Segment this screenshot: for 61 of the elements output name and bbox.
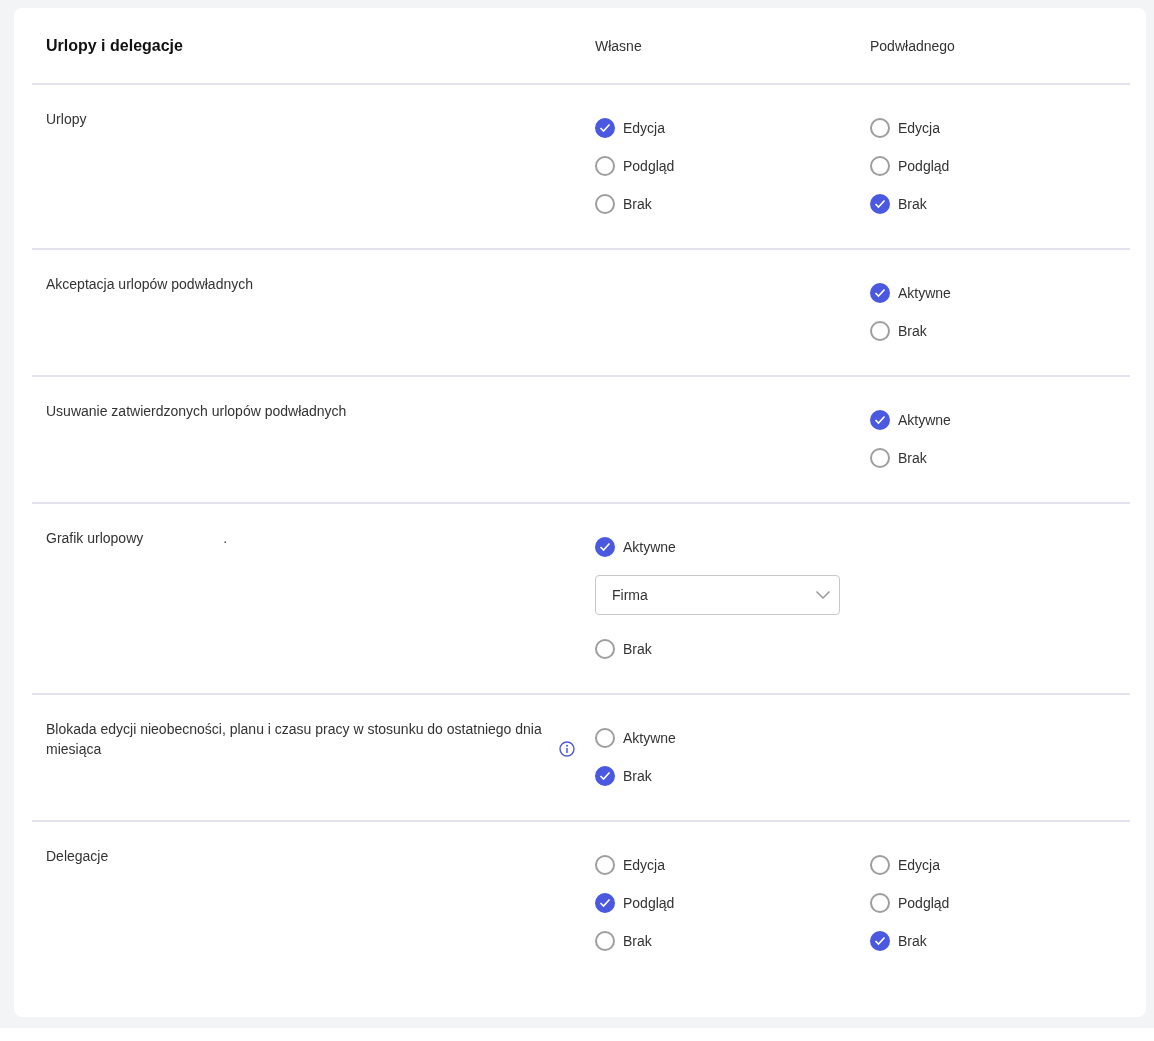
check-icon [599, 123, 611, 133]
radio-button[interactable] [595, 855, 615, 875]
radio-button[interactable] [870, 855, 890, 875]
check-icon [599, 542, 611, 552]
radio-button[interactable] [595, 194, 615, 214]
radio-button[interactable] [595, 931, 615, 951]
radio-option[interactable]: Brak [595, 639, 652, 659]
setting-label: Grafik urlopowy [46, 529, 144, 548]
radio-button[interactable] [870, 194, 890, 214]
check-icon [874, 288, 886, 298]
radio-option[interactable]: Edycja [595, 118, 666, 138]
radio-button[interactable] [870, 893, 890, 913]
radio-option[interactable]: Brak [595, 766, 652, 786]
radio-option[interactable]: Brak [595, 194, 652, 214]
radio-button[interactable] [595, 118, 615, 138]
radio-option[interactable]: Brak [595, 931, 652, 951]
dropdown-field[interactable]: Firma [595, 575, 840, 615]
radio-button[interactable] [870, 156, 890, 176]
radio-button[interactable] [595, 639, 615, 659]
column-header: Własne [595, 37, 643, 54]
radio-button[interactable] [870, 283, 890, 303]
check-icon [874, 415, 886, 425]
radio-button[interactable] [595, 766, 615, 786]
check-icon [874, 936, 886, 946]
radio-button[interactable] [595, 537, 615, 557]
setting-label: Delegacje [46, 847, 109, 866]
radio-option[interactable]: Brak [870, 931, 927, 951]
radio-option[interactable]: Aktywne [870, 410, 951, 430]
note-text: . [223, 529, 228, 548]
check-icon [599, 771, 611, 781]
chevron-down-icon [815, 590, 831, 600]
radio-button[interactable] [870, 118, 890, 138]
radio-option[interactable]: Brak [870, 321, 927, 341]
radio-button[interactable] [870, 410, 890, 430]
check-icon [874, 199, 886, 209]
setting-label: Urlopy [46, 110, 87, 129]
radio-option[interactable]: Podgląd [870, 156, 950, 176]
radio-option[interactable]: Edycja [870, 118, 941, 138]
radio-button[interactable] [595, 893, 615, 913]
radio-option[interactable]: Aktywne [595, 728, 676, 748]
section-title: Urlopy i delegacje [46, 36, 184, 55]
radio-option[interactable]: Podgląd [595, 893, 675, 913]
info-icon[interactable] [559, 741, 575, 757]
radio-option[interactable]: Brak [870, 194, 927, 214]
setting-label: Blokada edycji nieobecności, planu i czasu pracy w stosunku do ostatniego dnia miesiąca [46, 720, 543, 759]
radio-option[interactable]: Edycja [595, 855, 666, 875]
radio-button[interactable] [870, 448, 890, 468]
radio-button[interactable] [870, 321, 890, 341]
radio-option[interactable]: Brak [870, 448, 927, 468]
setting-label: Usuwanie zatwierdzonych urlopów podwładnych [46, 402, 347, 421]
radio-button[interactable] [595, 156, 615, 176]
radio-option[interactable]: Podgląd [595, 156, 675, 176]
setting-label: Akceptacja urlopów podwładnych [46, 275, 253, 294]
radio-option[interactable]: Aktywne [595, 537, 676, 557]
radio-option[interactable]: Edycja [870, 855, 941, 875]
check-icon [599, 898, 611, 908]
radio-button[interactable] [595, 728, 615, 748]
radio-button[interactable] [870, 931, 890, 951]
column-header: Podwładnego [870, 37, 956, 54]
radio-option[interactable]: Podgląd [870, 893, 950, 913]
radio-option[interactable]: Aktywne [870, 283, 951, 303]
